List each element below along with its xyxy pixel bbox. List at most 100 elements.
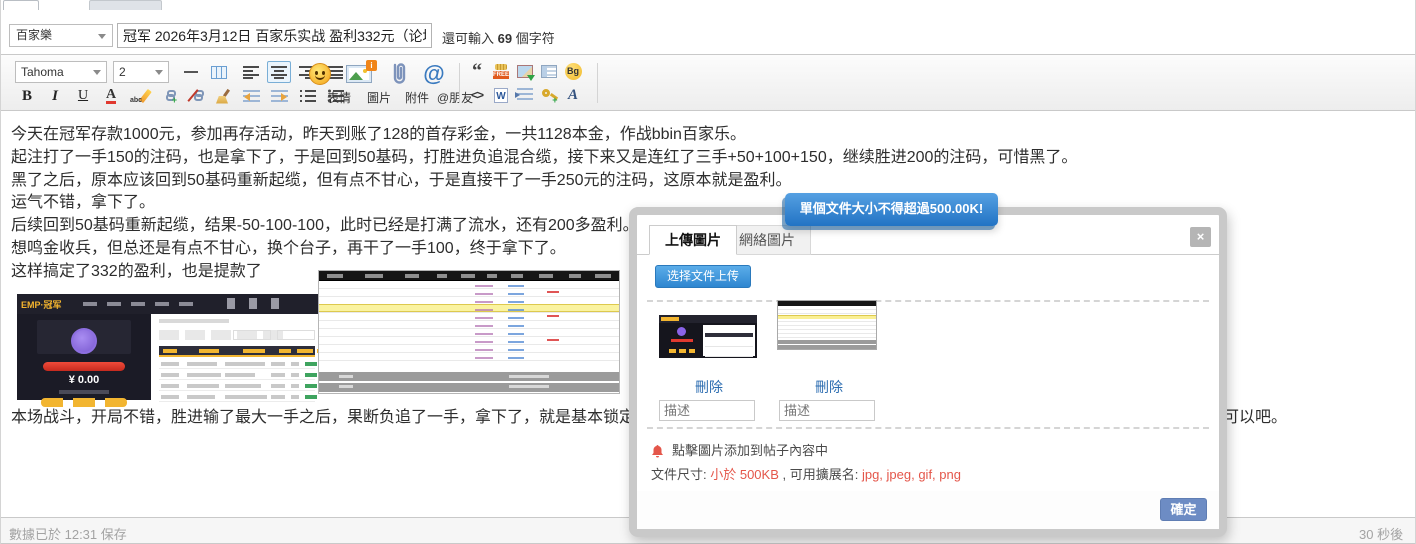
italic-button[interactable]: I [43,85,67,107]
category-select-value: 百家樂 [16,28,53,42]
align-left-icon [243,65,259,79]
click-image-notice: 點擊圖片添加到帖子內容中 [651,440,828,459]
indent-icon [270,89,288,103]
indent-button[interactable] [267,85,291,107]
unlink-button[interactable] [183,85,207,107]
balance-text: ¥ 0.00 [68,374,100,386]
autosave-status-text: 數據已於 12:31 保存 [9,527,127,542]
uploaded-thumbnail-table[interactable] [777,300,877,350]
delete-image-link[interactable]: 刪除 [649,377,769,397]
dashed-divider [647,427,1209,429]
highlighted-row [319,304,619,312]
mention-friend-button[interactable]: @ @朋友 [413,61,473,106]
unlink-icon [187,89,204,102]
progress-bar [43,362,125,371]
highlight-button[interactable]: abc [127,85,152,107]
italic-icon: I [52,87,58,104]
choose-file-upload-button[interactable]: 选择文件上传 [655,265,752,288]
quote-icon: “ [472,60,482,82]
link-icon: + [159,90,177,105]
tab-upload-image[interactable]: 上傳圖片 [649,225,737,255]
highlight-pencil-icon: abc [130,88,152,104]
bold-icon: B [21,87,32,104]
background-color-button[interactable]: Bg [563,62,583,80]
post-paragraph-last-right: 可以吧。 [1223,409,1288,426]
paste-word-button[interactable]: W [491,86,511,104]
size-limit-value: 小於 500KB [710,467,779,482]
allowed-extensions-value: jpg, jpeg, gif, png [861,467,961,482]
code-icon: <> [470,88,484,102]
dashed-divider [647,300,1209,302]
underline-button[interactable]: U [71,85,95,107]
table-footer [319,372,619,393]
bell-icon [652,445,663,458]
outdent-button[interactable] [239,85,263,107]
confirm-button[interactable]: 確定 [1160,498,1207,521]
font-family-select[interactable]: Tahoma [15,61,107,83]
file-size-hint: 文件尺寸: 小於 500KB , 可用擴展名: jpg, jpeg, gif, … [651,467,961,482]
autosave-countdown-text: 30 秒後 [1359,527,1404,542]
outdent-icon [242,89,260,103]
dialog-tab-bar: 上傳圖片 網絡圖片 [637,225,1219,255]
background-color-icon: Bg [564,62,582,80]
post-paragraph: 今天在冠军存款1000元，参加再存活动，昨天到账了128的首存彩金，一共1128… [11,126,746,143]
insert-link-button[interactable]: + [155,85,179,107]
toolbar-separator [459,63,460,103]
code-button[interactable]: <> [467,86,487,104]
post-editor-page: 百家樂 還可輸入 69 個字符 Tahoma 2 B I U [0,0,1416,544]
font-size-select[interactable]: 2 [113,61,169,83]
insert-attach-image-button[interactable] [515,62,535,81]
align-left-button[interactable] [239,61,263,83]
password-content-button[interactable]: + [539,86,559,105]
delete-image-link[interactable]: 刪除 [769,377,889,397]
post-paragraph: 起注打了一手150的注码，也是拿下了，于是回到50基码，打胜进负追混合缆，接下来… [11,149,1078,166]
free-content-button[interactable]: FREE [491,62,511,80]
bold-button[interactable]: B [15,85,39,107]
post-title-input[interactable] [117,23,432,48]
insert-image-button[interactable]: i 圖片 [341,60,391,106]
table-icon [211,65,227,79]
casino-topbar: EMP·冠军 [17,294,319,314]
paperclip-icon [389,62,409,91]
pagebreak-button[interactable] [539,62,559,80]
horizontal-rule-icon [184,71,198,73]
chevron-down-icon [155,70,163,75]
paragraph-flow-button[interactable] [515,86,535,104]
columns-icon [541,64,557,78]
word-document-icon: W [494,87,508,103]
post-paragraph: 运气不错，拿下了。 [11,194,156,211]
key-icon: + [541,88,558,105]
font-color-button[interactable]: A [99,85,123,107]
content-image-casino-dashboard[interactable]: EMP·冠军 ¥ 0.00 [17,294,327,407]
emoticon-button[interactable]: 表情 [301,61,351,106]
dialog-footer: 確定 [637,491,1219,529]
toolbar-separator [597,63,598,103]
image-description-input[interactable] [779,400,875,421]
post-title-row: 百家樂 還可輸入 69 個字符 [1,10,1415,54]
content-image-bet-table[interactable] [318,270,620,394]
font-color-icon: A [105,87,117,104]
file-size-limit-tooltip: 單個文件大小不得超過500.00K! [785,193,998,226]
quote-button[interactable]: “ [467,60,487,82]
image-description-input[interactable] [659,400,755,421]
table-rows [319,281,619,367]
casino-records-panel [151,314,327,402]
align-center-button[interactable] [267,61,291,83]
browser-tab-stub-active[interactable] [3,0,39,10]
close-icon[interactable]: × [1190,227,1211,247]
horizontal-rule-button[interactable] [179,61,203,83]
browser-tab-stub-inactive[interactable] [89,0,162,10]
remove-format-button[interactable] [211,85,235,107]
insert-table-button[interactable] [207,61,231,83]
free-icon: FREE [493,63,509,79]
category-select[interactable]: 百家樂 [9,24,113,47]
styled-text-button[interactable]: A [563,86,583,104]
table-header [319,271,619,281]
casino-logo: EMP·冠军 [21,300,62,310]
uploaded-thumbnail-casino[interactable] [659,315,757,359]
editor-toolbar: Tahoma 2 B I U A abc + 表情 i 圖片 附件 @ @朋友 … [1,54,1415,111]
casino-sidebar: ¥ 0.00 [17,314,151,407]
attachment-button[interactable]: 附件 [379,61,429,106]
insert-image-arrow-icon [517,64,535,81]
post-paragraph: 想鸣金收兵，但总还是有点不甘心，换个台子，再干了一手100，终于拿下了。 [11,240,566,257]
